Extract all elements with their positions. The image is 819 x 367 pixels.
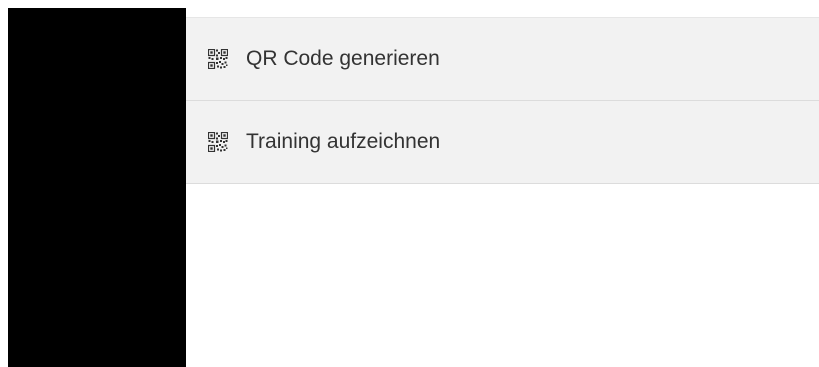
menu-item-qr-code-generieren[interactable]: QR Code generieren <box>186 18 819 101</box>
qr-code-icon <box>208 132 228 152</box>
redacted-panel <box>8 8 186 367</box>
menu-list: QR Code generieren Training aufzeichnen <box>186 8 819 184</box>
qr-code-icon <box>208 49 228 69</box>
menu-item-training-aufzeichnen[interactable]: Training aufzeichnen <box>186 101 819 184</box>
menu-item-label: QR Code generieren <box>246 47 440 70</box>
page: QR Code generieren Training aufzeichnen <box>0 0 819 367</box>
menu-item-label: Training aufzeichnen <box>246 130 441 153</box>
